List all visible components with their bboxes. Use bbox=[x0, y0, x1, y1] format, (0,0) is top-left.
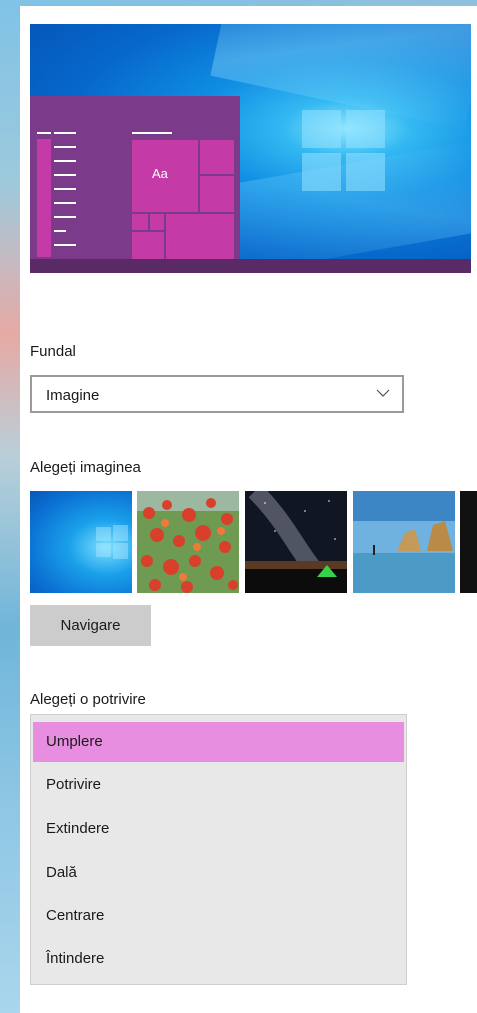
fit-option-extend[interactable]: Extindere bbox=[33, 809, 404, 849]
chevron-down-icon bbox=[376, 389, 390, 397]
menu-line bbox=[54, 244, 76, 246]
picture-thumbnail-poppies[interactable] bbox=[137, 491, 239, 593]
preview-tile-large: Aa bbox=[132, 140, 198, 212]
fit-option-fit[interactable]: Potrivire bbox=[33, 765, 404, 805]
menu-line bbox=[54, 160, 76, 162]
preview-tile bbox=[166, 214, 234, 259]
choose-picture-label: Alegeți imaginea bbox=[30, 459, 141, 476]
menu-line bbox=[54, 146, 76, 148]
fit-option-label: Dală bbox=[46, 864, 77, 881]
picture-thumbnail-windows[interactable] bbox=[30, 491, 132, 593]
poppies-image bbox=[137, 491, 239, 593]
windows-logo-icon bbox=[96, 525, 128, 559]
picture-thumbnail-night-sky[interactable] bbox=[245, 491, 347, 593]
beach-image bbox=[353, 491, 455, 593]
preview-tile bbox=[200, 176, 234, 212]
picture-thumbnail-beach[interactable] bbox=[353, 491, 455, 593]
menu-line bbox=[54, 132, 76, 134]
preview-tile bbox=[132, 232, 164, 259]
start-menu-sidebar bbox=[37, 139, 51, 257]
background-label: Fundal bbox=[30, 343, 76, 360]
preview-taskbar bbox=[30, 259, 471, 273]
fit-option-label: Potrivire bbox=[46, 776, 102, 793]
fit-option-label: Umplere bbox=[46, 733, 103, 750]
windows-logo-icon bbox=[302, 110, 386, 192]
menu-line bbox=[54, 230, 66, 232]
fit-options-list: Umplere Potrivire Extindere Dală Centrar… bbox=[30, 714, 407, 985]
menu-line bbox=[54, 216, 76, 218]
background-preview: Aa bbox=[30, 24, 471, 273]
menu-line bbox=[54, 202, 76, 204]
choose-fit-label: Alegeți o potrivire bbox=[30, 691, 146, 708]
preview-tile bbox=[150, 214, 164, 230]
tile-text: Aa bbox=[152, 166, 168, 181]
background-dropdown[interactable]: Imagine bbox=[30, 375, 404, 413]
preview-tile bbox=[200, 140, 234, 174]
start-menu-preview: Aa bbox=[30, 96, 240, 259]
night-sky-image bbox=[245, 491, 347, 593]
fit-option-center[interactable]: Centrare bbox=[33, 896, 404, 936]
browse-button[interactable]: Navigare bbox=[30, 605, 151, 646]
picture-thumbnail-dark[interactable] bbox=[460, 491, 477, 593]
menu-line bbox=[37, 132, 51, 134]
fit-option-label: Extindere bbox=[46, 820, 110, 837]
preview-tile bbox=[132, 214, 148, 230]
fit-option-tile[interactable]: Dală bbox=[33, 853, 404, 893]
menu-line bbox=[54, 188, 76, 190]
menu-line bbox=[132, 132, 172, 134]
fit-option-fill[interactable]: Umplere bbox=[33, 722, 404, 762]
fit-option-label: Întindere bbox=[46, 950, 105, 967]
menu-line bbox=[54, 174, 76, 176]
background-dropdown-value: Imagine bbox=[46, 387, 100, 404]
desktop-background-edge bbox=[0, 0, 20, 1013]
fit-option-stretch[interactable]: Întindere bbox=[33, 939, 404, 979]
fit-option-label: Centrare bbox=[46, 907, 105, 924]
